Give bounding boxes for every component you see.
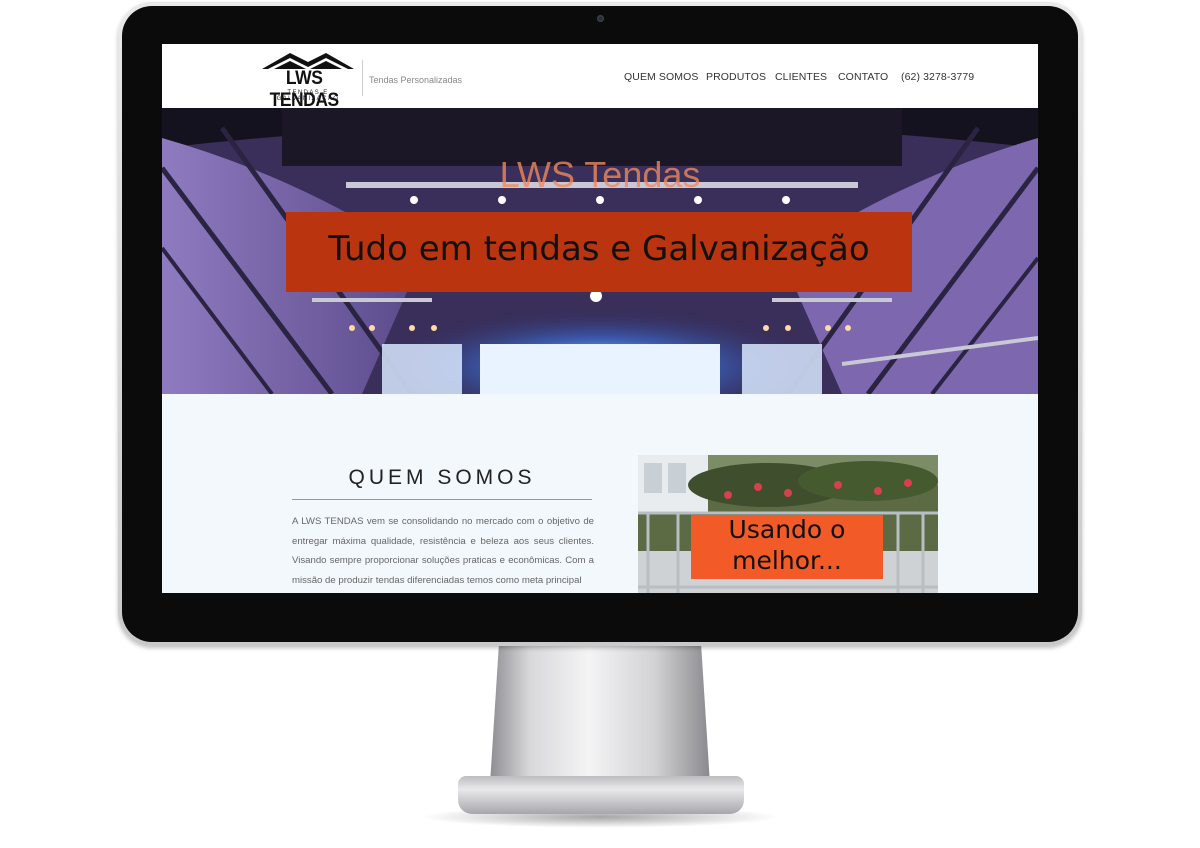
logo-subtitle: TENDAS E GALVANIZAÇÃO xyxy=(276,90,340,102)
nav-phone[interactable]: (62) 3278-3779 xyxy=(901,71,974,83)
nav-produtos[interactable]: PRODUTOS xyxy=(706,71,766,83)
nav-quem-somos[interactable]: QUEM SOMOS xyxy=(624,71,699,83)
hero-subtitle: Tudo em tendas e Galvanização xyxy=(328,229,870,269)
hero-banner: LWS Tendas Tudo em tendas e Galvanização xyxy=(162,108,1038,394)
about-divider xyxy=(292,499,592,500)
camera-icon xyxy=(597,15,604,22)
monitor-stand-base xyxy=(458,776,744,814)
about-text: A LWS TENDAS vem se consolidando no merc… xyxy=(292,516,594,586)
logo[interactable]: LWS TENDAS TENDAS E GALVANIZAÇÃO xyxy=(260,50,356,111)
nav-contato[interactable]: CONTATO xyxy=(838,71,888,83)
hero-title: LWS Tendas xyxy=(499,154,701,195)
tent-roof-icon xyxy=(262,53,354,69)
header-divider xyxy=(362,60,363,96)
tagline: Tendas Personalizadas xyxy=(369,75,463,85)
monitor-stand xyxy=(490,646,710,784)
about-title: QUEM SOMOS xyxy=(348,466,536,489)
site-header: LWS TENDAS TENDAS E GALVANIZAÇÃO Tendas … xyxy=(162,44,1038,111)
screen: LWS TENDAS TENDAS E GALVANIZAÇÃO Tendas … xyxy=(162,44,1038,593)
photo-caption: Usando o melhor... xyxy=(728,515,846,575)
nav-clientes[interactable]: CLIENTES xyxy=(775,71,827,83)
about-photo: Usando o melhor... xyxy=(638,455,938,593)
